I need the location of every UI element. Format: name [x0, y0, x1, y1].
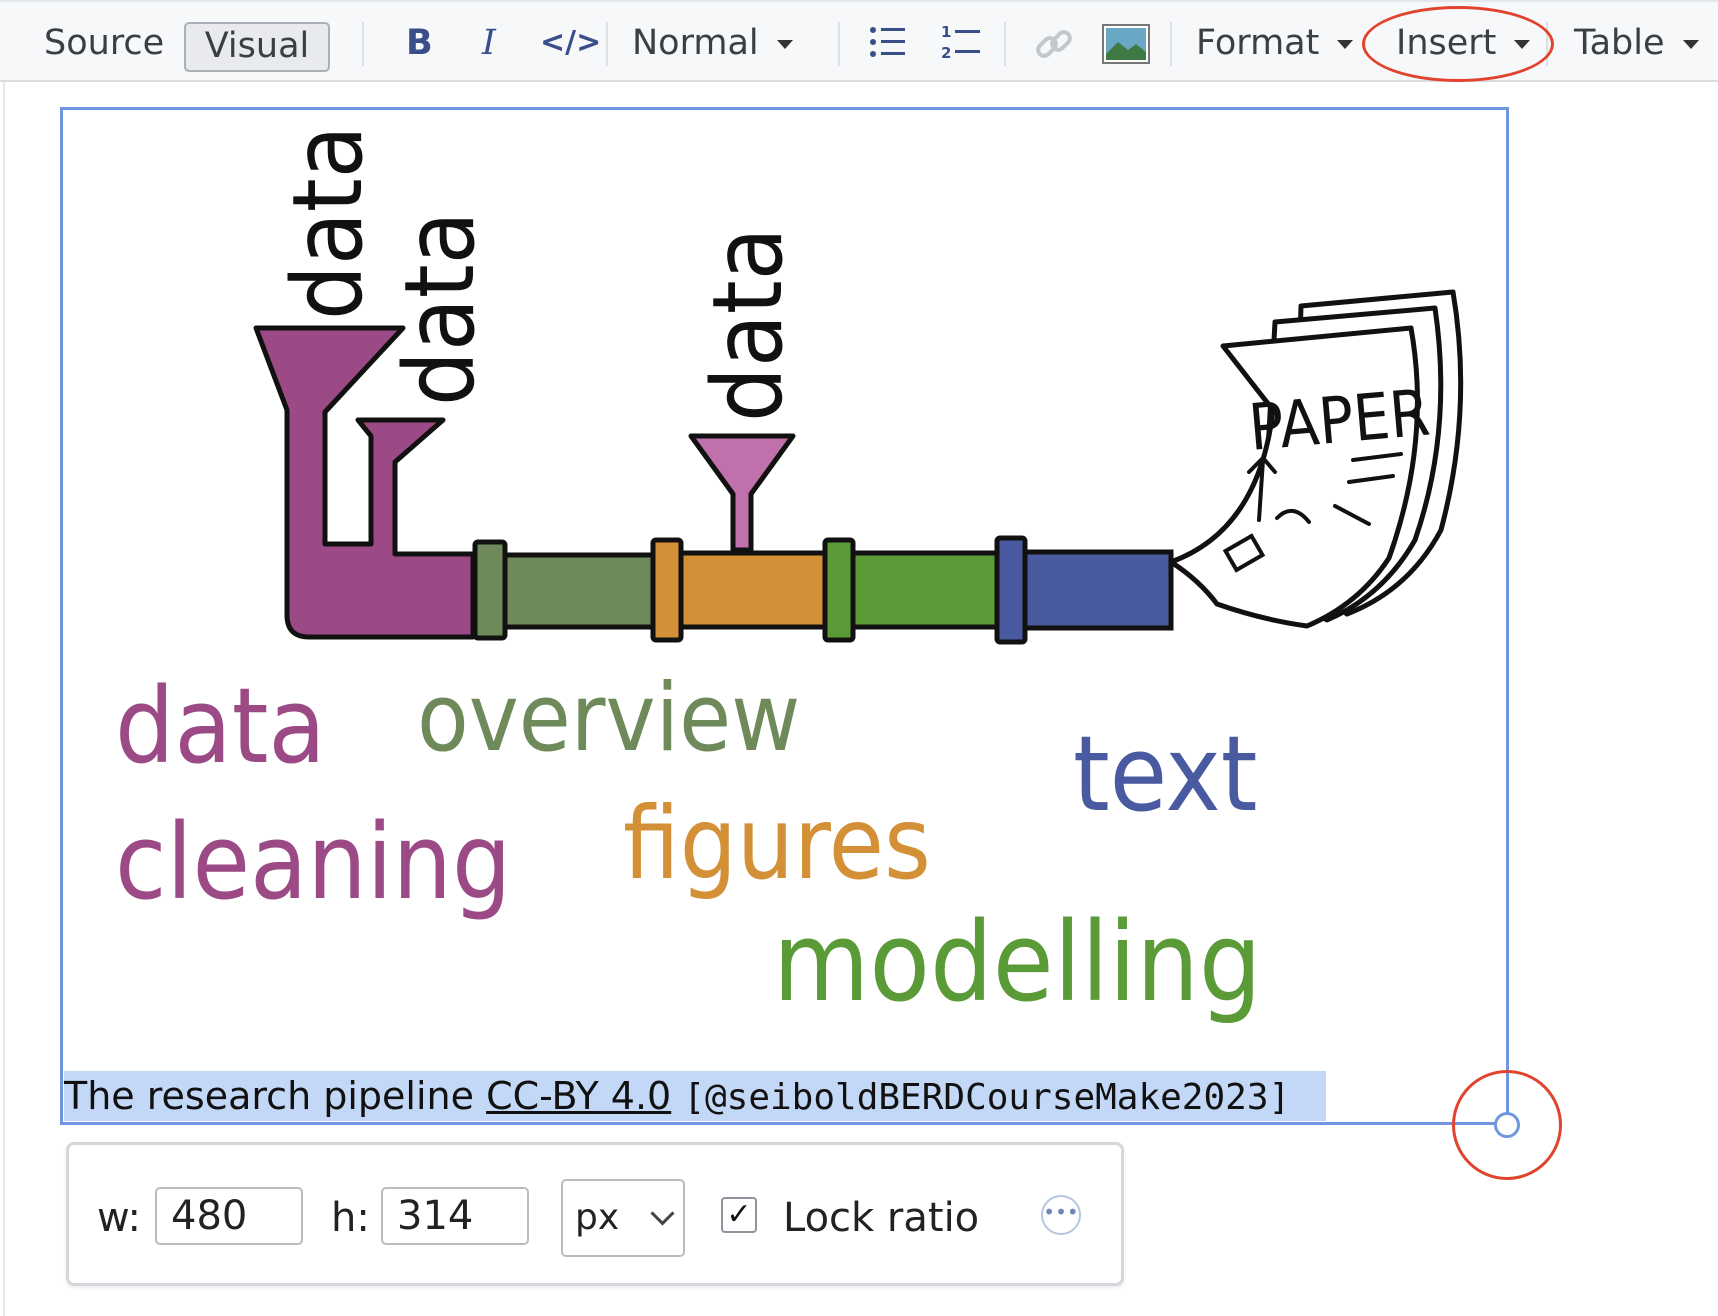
toolbar-separator	[606, 22, 608, 66]
stage-word-figures: figures	[623, 785, 931, 902]
pipe-joint	[650, 537, 684, 643]
lock-ratio-checkbox[interactable]: ✓	[721, 1197, 757, 1233]
chevron-down-icon	[1337, 39, 1354, 49]
figure-caption[interactable]: The research pipeline CC-BY 4.0 [@seibol…	[64, 1071, 1326, 1121]
toolbar-separator	[1170, 22, 1172, 66]
paragraph-style-dropdown[interactable]: Normal	[632, 20, 793, 66]
paper-word: PAPER	[1246, 376, 1433, 466]
toolbar-separator	[1004, 22, 1006, 66]
research-pipeline-illustration: data data data PAPER data cleaning overv…	[115, 125, 1464, 1026]
funnel-word-data-1: data	[272, 125, 384, 320]
bold-icon[interactable]: B	[406, 20, 433, 66]
toolbar-separator	[362, 22, 364, 66]
pipe-segment-sage	[500, 552, 656, 630]
image-size-panel: w: h: px ✓ Lock ratio •••	[66, 1142, 1124, 1286]
stage-word-modelling: modelling	[773, 898, 1262, 1026]
pipe-segment-orange	[676, 550, 828, 630]
svg-text:1: 1	[941, 23, 951, 41]
numbered-list-icon[interactable]: 12	[940, 22, 982, 74]
stage-word-overview: overview	[417, 664, 800, 773]
stage-word-cleaning: cleaning	[115, 801, 511, 923]
checkmark-icon: ✓	[726, 1197, 752, 1232]
format-menu-label: Format	[1196, 23, 1320, 63]
lock-ratio-label: Lock ratio	[783, 1195, 980, 1241]
table-menu[interactable]: Table	[1574, 20, 1699, 66]
pipe-segment-blue	[1020, 549, 1174, 631]
caption-citation: [@seiboldBERDCourseMake2023]	[683, 1077, 1291, 1118]
chevron-down-icon	[1682, 39, 1699, 49]
ellipsis-icon[interactable]: •••	[1041, 1195, 1081, 1235]
bullet-list-icon[interactable]	[868, 22, 908, 74]
table-menu-label: Table	[1574, 23, 1665, 63]
caption-text: The research pipeline	[64, 1074, 487, 1118]
link-icon[interactable]	[1034, 24, 1074, 76]
unit-select-value: px	[575, 1197, 620, 1238]
unit-select[interactable]: px	[561, 1179, 685, 1257]
toolbar-separator	[838, 22, 840, 66]
width-label: w:	[97, 1195, 142, 1241]
image-icon[interactable]	[1102, 24, 1150, 76]
funnel-word-data-3: data	[692, 227, 804, 422]
funnel-word-data-2: data	[384, 211, 496, 406]
pipe-joint	[994, 535, 1028, 645]
stage-word-data: data	[115, 665, 326, 787]
pipe-segment-green	[848, 550, 1002, 630]
insert-annotation-circle	[1362, 6, 1554, 82]
license-link[interactable]: CC-BY 4.0	[486, 1074, 671, 1118]
format-menu[interactable]: Format	[1196, 20, 1354, 66]
source-mode-button[interactable]: Source	[44, 20, 164, 66]
visual-mode-button[interactable]: Visual	[184, 22, 330, 72]
code-icon[interactable]: </>	[540, 20, 601, 66]
chevron-down-icon	[650, 1201, 675, 1226]
chevron-down-icon	[776, 39, 793, 49]
height-input[interactable]	[381, 1187, 529, 1245]
svg-text:2: 2	[941, 44, 951, 62]
pipe-joint	[472, 539, 508, 641]
data-funnel-small	[688, 433, 796, 553]
stage-word-text: text	[1073, 713, 1257, 835]
width-input[interactable]	[155, 1187, 303, 1245]
editor-left-border	[3, 82, 5, 1316]
resize-annotation-circle	[1452, 1070, 1562, 1180]
italic-icon[interactable]: I	[482, 20, 496, 66]
paragraph-style-label: Normal	[632, 23, 759, 63]
height-label: h:	[331, 1195, 370, 1241]
pipe-joint	[822, 537, 856, 643]
